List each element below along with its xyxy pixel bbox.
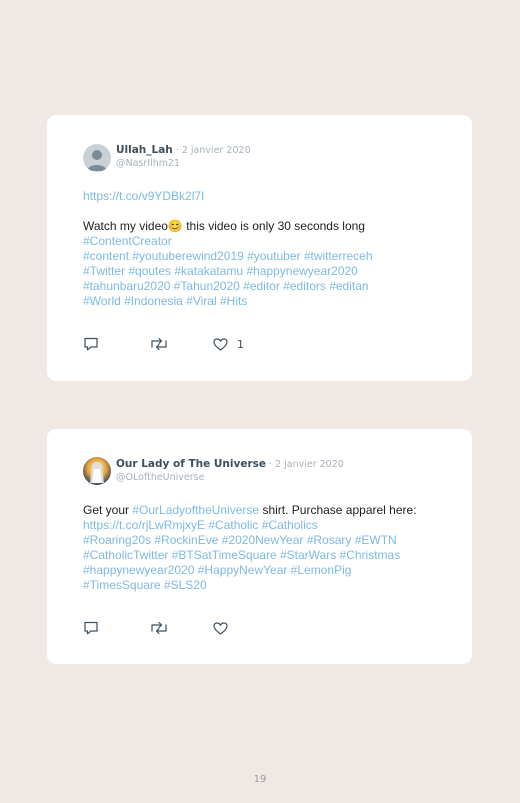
tweet-text-before: Get your [83, 503, 133, 517]
author-handle[interactable]: @OLoftheUniverse [116, 472, 204, 483]
page-number: 19 [253, 774, 267, 785]
tweet-card-2: Our Lady of The Universe · 2 janvier 202… [47, 429, 472, 664]
retweet-icon [151, 621, 167, 635]
user-avatar[interactable] [83, 144, 111, 172]
reply-icon [84, 621, 98, 635]
like-button[interactable] [213, 621, 237, 635]
tweet-actions [83, 621, 237, 635]
author-name[interactable]: Ullah_Lah [116, 144, 173, 156]
reply-button[interactable] [83, 337, 99, 351]
author-handle[interactable]: @NasrIlhm21 [116, 158, 180, 169]
tweet-hashtags[interactable]: #ContentCreator #content #youtuberewind2… [83, 234, 373, 308]
inline-hashtag[interactable]: #OurLadyoftheUniverse [132, 503, 259, 517]
smile-emoji-icon: 😊 [167, 219, 183, 233]
tweet-text: Watch my video😊 this video is only 30 se… [83, 219, 443, 309]
tweet-text-after: shirt. Purchase apparel here: [259, 503, 417, 517]
user-avatar[interactable] [83, 457, 111, 485]
heart-icon [213, 621, 228, 635]
author-name[interactable]: Our Lady of The Universe [116, 458, 266, 470]
tweet-actions: 1 [83, 337, 244, 351]
tweet-link[interactable]: https://t.co/rjLwRmjxyE [83, 518, 205, 532]
retweet-button[interactable] [150, 621, 168, 635]
tweet-card-1: Ullah_Lah · 2 janvier 2020 @NasrIlhm21 h… [47, 115, 472, 381]
virgin-mary-avatar-icon [83, 457, 111, 485]
reply-button[interactable] [83, 621, 99, 635]
author-line: Our Lady of The Universe · 2 janvier 202… [116, 458, 344, 470]
tweet-date: · 2 janvier 2020 [172, 145, 251, 156]
heart-icon [213, 337, 228, 351]
tweet-text: Get your #OurLadyoftheUniverse shirt. Pu… [83, 503, 443, 593]
retweet-icon [151, 337, 167, 351]
author-line: Ullah_Lah · 2 janvier 2020 [116, 144, 251, 156]
tweet-text-plain: Watch my video [83, 219, 168, 233]
reply-icon [84, 337, 98, 351]
retweet-button[interactable] [150, 337, 168, 351]
like-button[interactable]: 1 [213, 338, 244, 351]
tweet-link[interactable]: https://t.co/v9YDBk2l7I [83, 189, 204, 203]
tweet-date: · 2 janvier 2020 [266, 459, 344, 470]
like-count: 1 [237, 337, 244, 351]
default-user-avatar-icon [83, 144, 111, 172]
tweet-text-rest: this video is only 30 seconds long [182, 219, 365, 233]
